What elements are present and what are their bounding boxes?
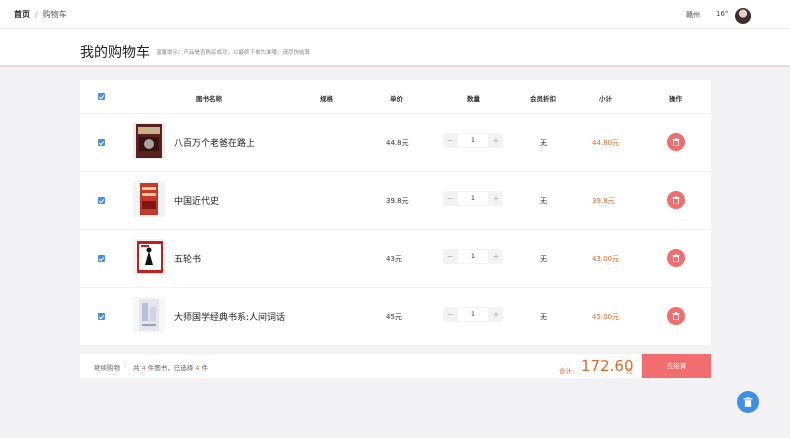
cart-summary: 共 4 件图书，已选择 4 件 xyxy=(133,362,208,372)
quantity-input[interactable]: 1 xyxy=(458,134,488,147)
decrease-button[interactable]: − xyxy=(443,133,457,148)
trash-icon xyxy=(672,254,680,262)
delete-button[interactable] xyxy=(667,133,685,151)
book-count: 4 xyxy=(141,364,146,372)
increase-button[interactable]: + xyxy=(489,133,503,148)
select-all-checkbox[interactable] xyxy=(98,93,105,100)
book-cover-image[interactable] xyxy=(133,181,165,217)
total-unit: 元 xyxy=(626,367,633,375)
table-row: 五轮书 43元 − 1 + 无 43.00元 xyxy=(80,229,711,288)
header-price: 单价 xyxy=(390,95,403,103)
row-checkbox[interactable] xyxy=(98,255,105,262)
summary-mid: 件图书，已选择 xyxy=(147,364,194,372)
header-quantity: 数量 xyxy=(467,95,480,103)
increase-button[interactable]: + xyxy=(489,307,503,322)
subtotal: 39.8元 xyxy=(592,197,615,205)
table-row: 八百万个老爸在路上 44.8元 − 1 + 无 44.80元 xyxy=(80,113,711,172)
total-label: 合计: xyxy=(559,367,575,375)
quantity-input[interactable]: 1 xyxy=(458,250,488,263)
book-cover-image[interactable] xyxy=(133,123,165,159)
row-checkbox[interactable] xyxy=(98,313,105,320)
selected-count: 4 xyxy=(195,364,200,372)
continue-shopping-link[interactable]: 继续购物 xyxy=(94,362,120,372)
trash-icon xyxy=(672,138,680,146)
trash-icon xyxy=(672,312,680,320)
breadcrumb-separator: / xyxy=(35,10,38,19)
book-title[interactable]: 中国近代史 xyxy=(174,194,219,207)
subtotal: 43.00元 xyxy=(592,255,620,263)
header-discount: 会员折扣 xyxy=(530,95,556,103)
decrease-button[interactable]: − xyxy=(443,307,457,322)
delete-button[interactable] xyxy=(667,191,685,209)
city-label: 赣州 xyxy=(686,11,700,19)
book-title[interactable]: 八百万个老爸在路上 xyxy=(174,136,255,149)
avatar[interactable] xyxy=(735,8,751,24)
delete-button[interactable] xyxy=(667,307,685,325)
quantity-input[interactable]: 1 xyxy=(458,192,488,205)
page-title: 我的购物车 xyxy=(80,45,150,61)
book-cover-image[interactable] xyxy=(133,239,165,275)
breadcrumb-current: 购物车 xyxy=(42,10,67,19)
title-bar: 我的购物车 温馨提示：产品是否购买成功，以最终下单为准哦，请尽快结算 xyxy=(0,29,790,67)
member-discount: 无 xyxy=(540,255,547,263)
table-row: 中国近代史 39.8元 − 1 + 无 39.8元 xyxy=(80,171,711,230)
member-discount: 无 xyxy=(540,139,547,147)
book-title[interactable]: 大师国学经典书系:人间词话 xyxy=(174,310,285,323)
header-subtotal: 小计 xyxy=(599,95,612,103)
increase-button[interactable]: + xyxy=(489,191,503,206)
unit-price: 39.8元 xyxy=(386,197,409,205)
table-row: 大师国学经典书系:人间词话 45元 − 1 + 无 45.00元 xyxy=(80,287,711,346)
member-discount: 无 xyxy=(540,313,547,321)
trash-icon xyxy=(672,196,680,204)
quantity-stepper: − 1 + xyxy=(443,307,503,322)
book-title[interactable]: 五轮书 xyxy=(174,252,201,265)
decrease-button[interactable]: − xyxy=(443,249,457,264)
top-bar: 首页 / 购物车 赣州 16° xyxy=(0,0,790,29)
summary-pre: 共 xyxy=(133,364,140,372)
unit-price: 44.8元 xyxy=(386,139,409,147)
cart-table: 图书名称 规格 单价 数量 会员折扣 小计 操作 八百万个老爸在路上 44.8元… xyxy=(80,80,711,345)
breadcrumb-home[interactable]: 首页 xyxy=(14,10,30,19)
decrease-button[interactable]: − xyxy=(443,191,457,206)
quantity-input[interactable]: 1 xyxy=(458,308,488,321)
header-name: 图书名称 xyxy=(196,95,222,103)
increase-button[interactable]: + xyxy=(489,249,503,264)
subtotal: 44.80元 xyxy=(592,139,620,147)
quantity-stepper: − 1 + xyxy=(443,191,503,206)
checkout-button[interactable]: 去结算 xyxy=(642,354,711,378)
temperature-label: 16° xyxy=(716,10,729,18)
header-action: 操作 xyxy=(669,95,682,103)
subtotal: 45.00元 xyxy=(592,313,620,321)
row-checkbox[interactable] xyxy=(98,197,105,204)
footer-separator: | xyxy=(124,361,127,369)
unit-price: 45元 xyxy=(386,313,402,321)
book-cover-image[interactable] xyxy=(133,297,165,333)
breadcrumb: 首页 / 购物车 xyxy=(14,9,67,20)
page-tip: 温馨提示：产品是否购买成功，以最终下单为准哦，请尽快结算 xyxy=(156,50,311,56)
summary-post: 件 xyxy=(201,364,209,372)
floating-delete-button[interactable] xyxy=(737,391,759,413)
unit-price: 43元 xyxy=(386,255,402,263)
row-checkbox[interactable] xyxy=(98,139,105,146)
quantity-stepper: − 1 + xyxy=(443,249,503,264)
member-discount: 无 xyxy=(540,197,547,205)
delete-button[interactable] xyxy=(667,249,685,267)
header-spec: 规格 xyxy=(320,95,333,103)
quantity-stepper: − 1 + xyxy=(443,133,503,148)
trash-icon xyxy=(743,397,753,407)
cart-footer: 继续购物 | 共 4 件图书，已选择 4 件 合计: 172.60 元 去结算 xyxy=(80,354,711,378)
